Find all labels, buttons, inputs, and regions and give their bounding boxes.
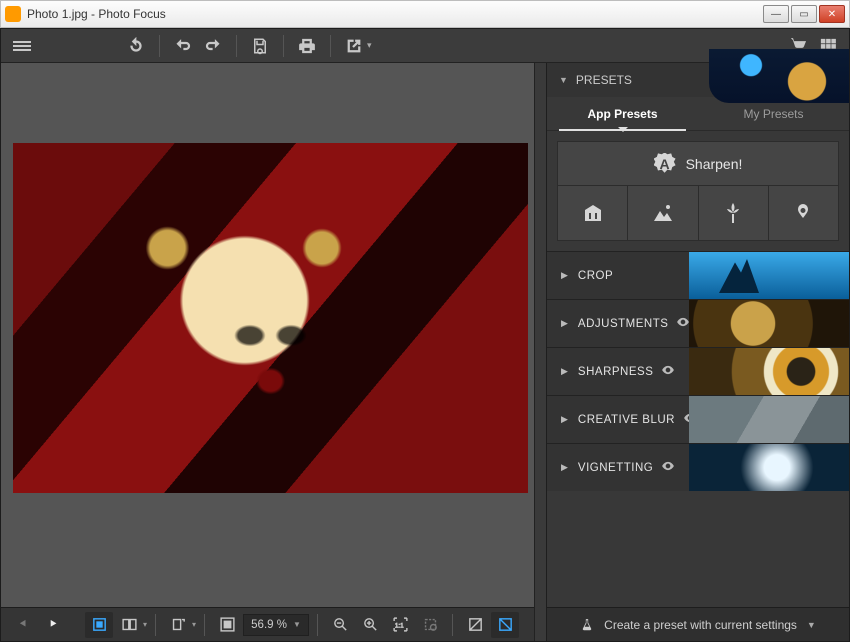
fit-screen-button[interactable] (213, 612, 241, 638)
section-thumbnail (689, 444, 849, 491)
presets-header[interactable]: ▼ PRESETS (547, 63, 849, 97)
preset-category-architecture[interactable] (558, 186, 628, 240)
section-thumbnail (689, 396, 849, 443)
preset-category-portrait[interactable] (769, 186, 838, 240)
save-button[interactable] (247, 33, 273, 59)
section-crop[interactable]: ▶ CROP (547, 251, 849, 299)
preset-tabs: App Presets My Presets (547, 97, 849, 131)
section-creative-blur[interactable]: ▶ CREATIVE BLUR (547, 395, 849, 443)
chevron-right-icon: ▶ (561, 462, 568, 473)
visibility-icon[interactable] (661, 363, 675, 380)
create-preset-label: Create a preset with current settings (604, 618, 797, 632)
next-image-button[interactable]: ⯈ (39, 612, 67, 638)
export-button[interactable] (341, 33, 367, 59)
preset-category-landscape[interactable] (628, 186, 698, 240)
app-icon (5, 6, 21, 22)
zoom-in-button[interactable] (356, 612, 384, 638)
view-split-dropdown-icon[interactable]: ▾ (143, 620, 147, 629)
auto-badge-icon: A (654, 153, 676, 175)
zoom-readout[interactable]: 56.9 %▼ (243, 614, 309, 636)
window-titlebar: Photo 1.jpg - Photo Focus — ▭ ✕ (0, 0, 850, 28)
image-viewport[interactable] (1, 63, 534, 607)
svg-text:1:1: 1:1 (394, 622, 403, 629)
chevron-right-icon: ▶ (561, 414, 568, 425)
chevron-down-icon: ▼ (807, 620, 816, 630)
revert-button[interactable] (123, 33, 149, 59)
print-button[interactable] (294, 33, 320, 59)
side-panel: ▼ PRESETS App Presets My Presets A Sharp… (546, 63, 849, 641)
chevron-right-icon: ▶ (561, 318, 568, 329)
create-preset-button[interactable]: Create a preset with current settings ▼ (547, 607, 849, 641)
section-vignetting[interactable]: ▶ VIGNETTING (547, 443, 849, 491)
zoom-100-button[interactable]: 1:1 (386, 612, 414, 638)
section-thumbnail (689, 348, 849, 395)
bottom-toolbar: ⯇ ⯈ ▾ ▾ 56.9 %▼ 1:1 (1, 607, 534, 641)
decorative-banner (709, 49, 849, 103)
chevron-right-icon: ▶ (561, 366, 568, 377)
zoom-selection-button[interactable] (416, 612, 444, 638)
prev-image-button[interactable]: ⯇ (9, 612, 37, 638)
flask-icon (580, 618, 594, 632)
menu-button[interactable] (9, 33, 35, 59)
window-maximize-button[interactable]: ▭ (791, 5, 817, 23)
preset-sharpen[interactable]: A Sharpen! (558, 142, 838, 186)
shadow-clipping-button[interactable] (491, 612, 519, 638)
view-split-button[interactable] (115, 612, 143, 638)
export-dropdown-icon[interactable]: ▾ (367, 40, 372, 51)
canvas-area: ⯇ ⯈ ▾ ▾ 56.9 %▼ 1:1 (1, 63, 534, 641)
tab-my-presets[interactable]: My Presets (698, 97, 849, 130)
chevron-down-icon: ▼ (559, 75, 568, 85)
presets-header-label: PRESETS (576, 73, 632, 87)
view-single-button[interactable] (85, 612, 113, 638)
preset-grid: A Sharpen! (557, 141, 839, 241)
highlight-clipping-button[interactable] (461, 612, 489, 638)
preset-category-macro[interactable] (699, 186, 769, 240)
vertical-scrollbar[interactable] (534, 63, 546, 641)
redo-button[interactable] (200, 33, 226, 59)
tab-app-presets[interactable]: App Presets (547, 97, 698, 130)
zoom-out-button[interactable] (326, 612, 354, 638)
image-canvas (13, 143, 528, 493)
window-title: Photo 1.jpg - Photo Focus (27, 7, 761, 21)
undo-button[interactable] (170, 33, 196, 59)
section-thumbnail (689, 300, 849, 347)
section-adjustments[interactable]: ▶ ADJUSTMENTS (547, 299, 849, 347)
section-thumbnail (689, 252, 849, 299)
visibility-icon[interactable] (661, 459, 675, 476)
preset-sharpen-label: Sharpen! (686, 156, 743, 172)
chevron-right-icon: ▶ (561, 270, 568, 281)
window-close-button[interactable]: ✕ (819, 5, 845, 23)
window-minimize-button[interactable]: — (763, 5, 789, 23)
rotate-dropdown-icon[interactable]: ▾ (192, 620, 196, 629)
section-sharpness[interactable]: ▶ SHARPNESS (547, 347, 849, 395)
rotate-button[interactable] (164, 612, 192, 638)
